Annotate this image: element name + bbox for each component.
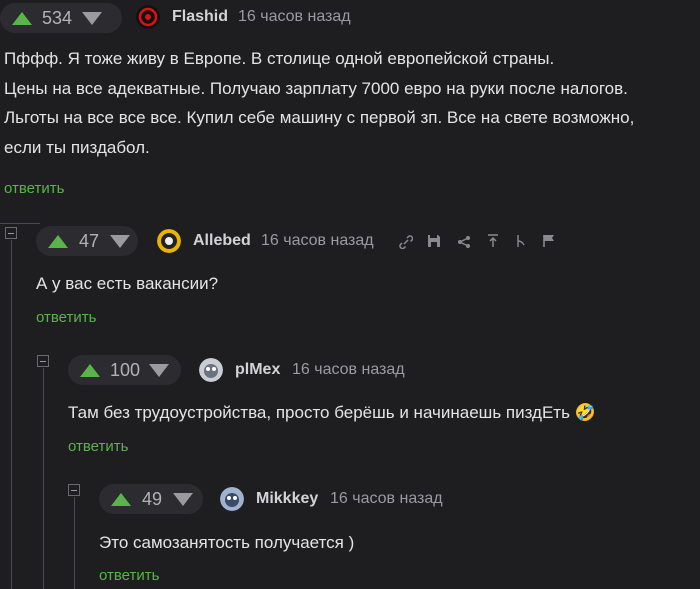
timestamp[interactable]: 16 часов назад xyxy=(261,232,374,250)
laughing-emoji-icon: 🤣 xyxy=(574,403,596,422)
save-icon[interactable] xyxy=(427,234,441,248)
share-icon[interactable] xyxy=(457,235,471,249)
comment-text: А у вас есть вакансии? xyxy=(36,274,219,293)
username[interactable]: Allebed xyxy=(193,232,251,250)
rating-control: 49 xyxy=(99,484,203,514)
avatar[interactable] xyxy=(136,5,160,29)
upvote-icon[interactable] xyxy=(80,363,100,377)
avatar[interactable] xyxy=(220,487,244,511)
avatar[interactable] xyxy=(157,229,181,253)
reply-link[interactable]: ответить xyxy=(4,180,64,197)
up-thread-icon[interactable] xyxy=(486,234,500,248)
rating-control: 47 xyxy=(36,226,138,256)
collapse-button[interactable] xyxy=(37,355,49,367)
username[interactable]: Flashid xyxy=(172,8,228,26)
downvote-icon[interactable] xyxy=(82,11,103,25)
username[interactable]: Mikkkey xyxy=(256,490,318,508)
timestamp[interactable]: 16 часов назад xyxy=(238,8,351,26)
timestamp[interactable]: 16 часов назад xyxy=(330,490,443,508)
thread-line xyxy=(74,497,75,589)
rating-control: 100 xyxy=(68,355,181,385)
collapse-button[interactable] xyxy=(68,484,80,496)
branch-icon[interactable] xyxy=(514,234,528,248)
username[interactable]: plMex xyxy=(235,361,280,379)
rating-control: 534 xyxy=(0,3,122,33)
link-icon[interactable] xyxy=(399,235,413,249)
rating-value: 534 xyxy=(42,7,73,28)
rating-value: 47 xyxy=(78,230,100,251)
upvote-icon[interactable] xyxy=(111,492,131,506)
comment-text: Там без трудоустройства, просто берёшь и… xyxy=(68,403,596,422)
timestamp[interactable]: 16 часов назад xyxy=(292,361,405,379)
reply-link[interactable]: ответить xyxy=(99,567,159,584)
comment-text: Это самозанятость получается ) xyxy=(99,533,355,552)
rating-value: 49 xyxy=(141,488,163,509)
reply-link[interactable]: ответить xyxy=(36,309,96,326)
upvote-icon[interactable] xyxy=(12,11,32,25)
thread-line xyxy=(43,368,44,589)
comment-text: Пффф. Я тоже живу в Европе. В столице од… xyxy=(4,49,635,157)
rating-value: 100 xyxy=(110,359,141,380)
downvote-icon[interactable] xyxy=(149,363,169,377)
reply-link[interactable]: ответить xyxy=(68,438,128,455)
downvote-icon[interactable] xyxy=(110,234,130,248)
thread-branch xyxy=(0,223,40,224)
downvote-icon[interactable] xyxy=(173,492,193,506)
upvote-icon[interactable] xyxy=(48,234,68,248)
collapse-button[interactable] xyxy=(5,227,17,239)
flag-icon[interactable] xyxy=(542,234,556,248)
avatar[interactable] xyxy=(199,358,223,382)
thread-line xyxy=(11,240,12,589)
